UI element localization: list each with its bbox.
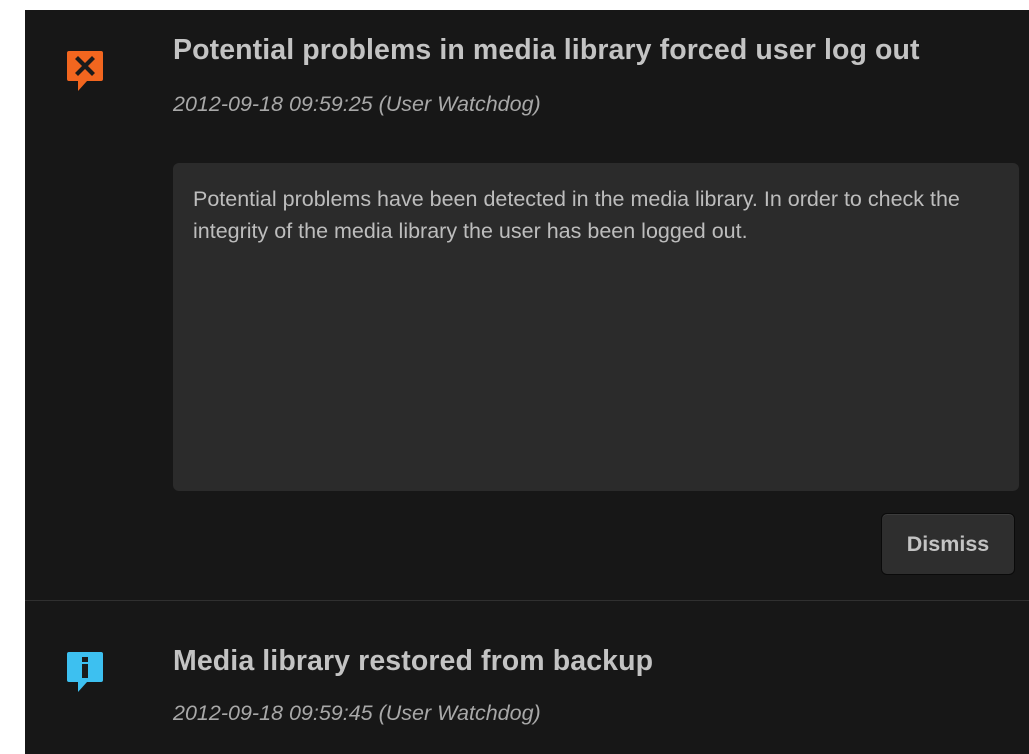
notifications-panel: Potential problems in media library forc… <box>25 10 1029 754</box>
error-speech-bubble-icon <box>65 48 105 96</box>
notification-item: Potential problems in media library forc… <box>25 10 1029 600</box>
notification-item: Media library restored from backup 2012-… <box>25 600 1029 754</box>
notification-timestamp: 2012-09-18 09:59:25 (User Watchdog) <box>173 92 541 116</box>
notification-title: Media library restored from backup <box>173 645 654 677</box>
dismiss-button[interactable]: Dismiss <box>881 513 1015 575</box>
info-speech-bubble-icon <box>65 649 105 697</box>
notification-timestamp: 2012-09-18 09:59:45 (User Watchdog) <box>173 701 541 725</box>
notification-message: Potential problems have been detected in… <box>173 163 1019 491</box>
notification-title: Potential problems in media library forc… <box>173 34 920 66</box>
